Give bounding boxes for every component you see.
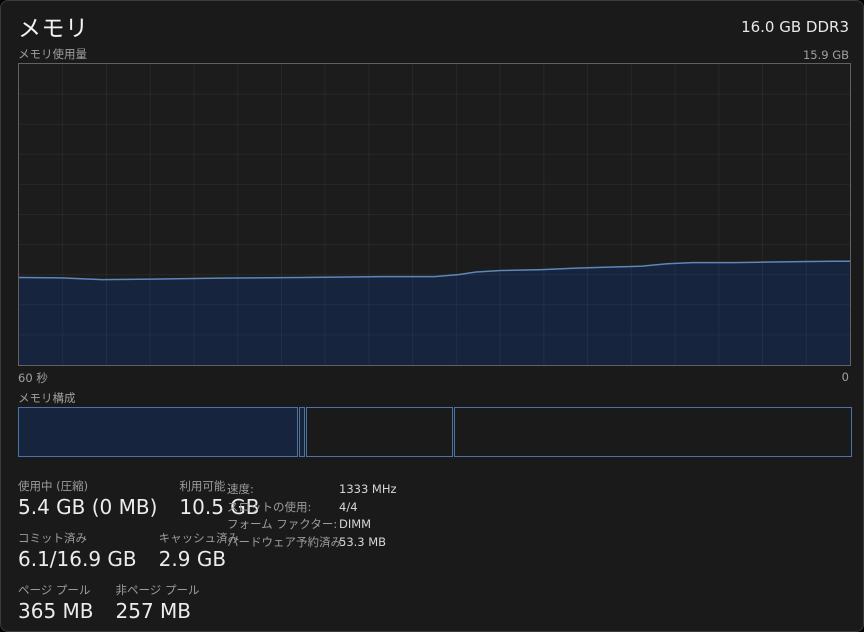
memory-usage-graph[interactable] [18,63,851,366]
usage-chart-x-axis: 60 秒 0 [18,370,849,386]
stat-paged-pool: ページ プール 365 MB [18,582,94,625]
detail-label: スロットの使用: [227,499,339,517]
detail-label: 速度: [227,481,339,499]
stat-label: ページ プール [18,582,94,598]
stat-row: ページ プール 365 MB 非ページ プール 257 MB [18,582,260,625]
detail-value: 4/4 [339,499,358,517]
composition-title: メモリ構成 [18,390,76,406]
stat-label: 非ページ プール [116,582,200,598]
detail-label: ハードウェア予約済み: [227,534,339,552]
usage-chart-header: メモリ使用量 15.9 GB [18,46,849,62]
stat-value: 6.1/16.9 GB [18,546,137,573]
detail-slots-used: スロットの使用: 4/4 [227,499,397,517]
usage-chart-title: メモリ使用量 [18,46,87,62]
stat-row: 使用中 (圧縮) 5.4 GB (0 MB) 利用可能 10.5 GB [18,478,260,521]
composition-segment-modified[interactable] [299,407,305,457]
stat-row: コミット済み 6.1/16.9 GB キャッシュ済み 2.9 GB [18,530,260,573]
memory-composition-bar[interactable] [18,407,852,457]
x-axis-left-label: 60 秒 [18,370,48,386]
memory-capacity-label: 16.0 GB DDR3 [741,18,849,36]
x-axis-right-label: 0 [842,370,849,386]
stat-value: 257 MB [116,598,200,625]
detail-value: 1333 MHz [339,481,397,499]
hardware-details: 速度: 1333 MHz スロットの使用: 4/4 フォーム ファクター: DI… [227,481,397,551]
composition-segment-free[interactable] [454,407,852,457]
detail-speed: 速度: 1333 MHz [227,481,397,499]
detail-value: DIMM [339,516,371,534]
detail-hardware-reserved: ハードウェア予約済み: 53.3 MB [227,534,397,552]
detail-form-factor: フォーム ファクター: DIMM [227,516,397,534]
memory-performance-panel: メモリ 16.0 GB DDR3 メモリ使用量 15.9 GB 60 秒 0 メ… [0,0,864,632]
stat-value: 5.4 GB (0 MB) [18,494,157,521]
composition-segment-standby[interactable] [306,407,452,457]
memory-stats: 使用中 (圧縮) 5.4 GB (0 MB) 利用可能 10.5 GB コミット… [18,478,260,632]
stat-in-use: 使用中 (圧縮) 5.4 GB (0 MB) [18,478,157,521]
stat-value: 365 MB [18,598,94,625]
detail-value: 53.3 MB [339,534,386,552]
stat-label: 使用中 (圧縮) [18,478,157,494]
composition-segment-in-use[interactable] [18,407,298,457]
usage-chart-max-label: 15.9 GB [803,48,849,62]
detail-label: フォーム ファクター: [227,516,339,534]
stat-label: コミット済み [18,530,137,546]
stat-nonpaged-pool: 非ページ プール 257 MB [116,582,200,625]
stat-committed: コミット済み 6.1/16.9 GB [18,530,137,573]
page-title: メモリ [18,9,89,43]
